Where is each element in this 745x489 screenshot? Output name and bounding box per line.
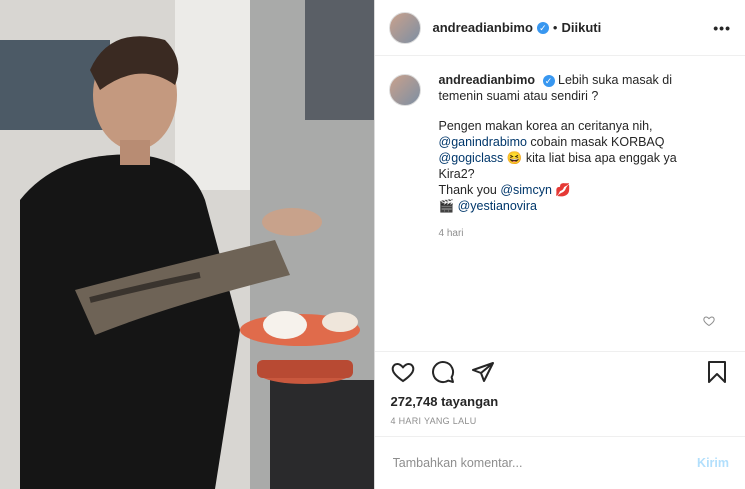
emoji: 🎬 bbox=[438, 199, 455, 213]
post-video[interactable] bbox=[0, 0, 374, 489]
comment-input[interactable] bbox=[390, 455, 698, 471]
caption-text-segment: cobain masak KORBAQ bbox=[526, 135, 665, 149]
comments-area: andreadianbimo ✓ Lebih suka masak di tem… bbox=[375, 56, 745, 351]
caption-paragraph: Pengen makan korea an ceritanya nih, @ga… bbox=[439, 118, 714, 182]
emoji: 😆 bbox=[506, 151, 523, 165]
header-username[interactable]: andreadianbimo bbox=[433, 20, 533, 35]
post-panel: andreadianbimo ✓ • Diikuti ••• andreadia… bbox=[373, 0, 745, 489]
caption-thanks: Thank you @simcyn 💋 bbox=[439, 182, 714, 198]
action-bar bbox=[374, 351, 745, 392]
caption-avatar[interactable] bbox=[388, 74, 421, 106]
post-header: andreadianbimo ✓ • Diikuti ••• bbox=[374, 0, 745, 56]
caption-username[interactable]: andreadianbimo bbox=[439, 73, 536, 87]
emoji: 💋 bbox=[555, 183, 571, 197]
follow-status-button[interactable]: Diikuti bbox=[561, 20, 601, 35]
caption-like-icon[interactable] bbox=[703, 314, 715, 332]
more-options-icon[interactable]: ••• bbox=[713, 20, 731, 36]
caption-text-segment: Thank you bbox=[438, 183, 501, 197]
share-icon[interactable] bbox=[471, 360, 495, 384]
mention-link[interactable]: @simcyn bbox=[500, 183, 552, 197]
mention-link[interactable]: @gogiclass bbox=[439, 151, 504, 165]
caption: andreadianbimo ✓ Lebih suka masak di tem… bbox=[388, 72, 732, 242]
caption-text-segment: Pengen makan korea an ceritanya nih, bbox=[438, 119, 653, 133]
caption-timestamp: 4 hari bbox=[438, 228, 464, 239]
caption-text: andreadianbimo ✓ Lebih suka masak di tem… bbox=[439, 72, 714, 242]
avatar[interactable] bbox=[388, 11, 421, 44]
view-count[interactable]: 272,748 tayangan bbox=[375, 392, 745, 412]
heart-icon[interactable] bbox=[391, 360, 415, 384]
caption-credit: 🎬 @yestianovira bbox=[439, 198, 714, 214]
post-date: 4 HARI YANG LALU bbox=[390, 416, 477, 426]
verified-icon: ✓ bbox=[536, 21, 549, 34]
video-frame bbox=[0, 0, 374, 489]
separator-dot: • bbox=[552, 20, 558, 35]
comment-form: Kirim bbox=[374, 436, 745, 489]
caption-verified-icon: ✓ bbox=[542, 74, 555, 87]
post-comment-button[interactable]: Kirim bbox=[697, 456, 729, 470]
mention-link[interactable]: @yestianovira bbox=[458, 199, 537, 213]
mention-link[interactable]: @ganindrabimo bbox=[439, 135, 527, 149]
comment-icon[interactable] bbox=[431, 360, 455, 384]
instagram-post: andreadianbimo ✓ • Diikuti ••• andreadia… bbox=[0, 0, 745, 489]
bookmark-icon[interactable] bbox=[705, 360, 729, 384]
